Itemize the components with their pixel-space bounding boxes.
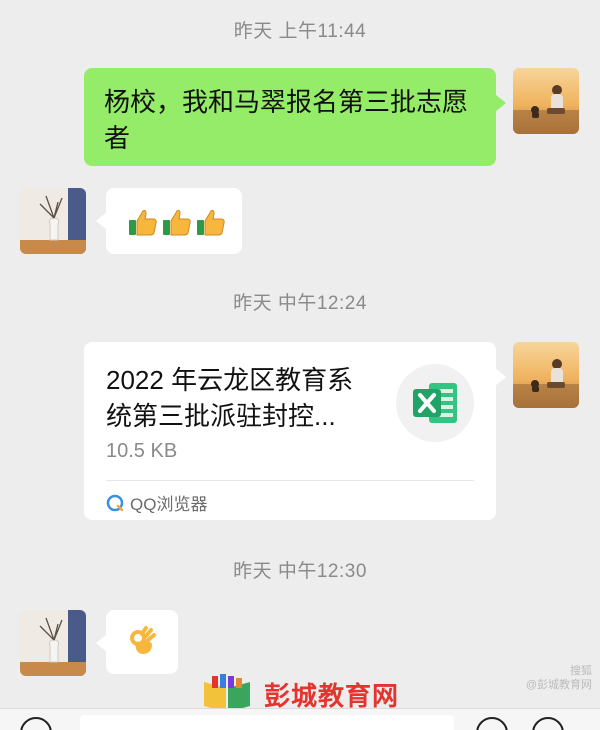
message-input[interactable] [80, 715, 454, 730]
file-message-bubble[interactable]: 2022 年云龙区教育系统第三批派驻封控... 10.5 KB QQ浏览器 [84, 342, 506, 520]
ok-hand-icon [130, 626, 156, 654]
file-source[interactable]: QQ浏览器 [106, 490, 207, 515]
file-title: 2022 年云龙区教育系统第三批派驻封控... [106, 365, 354, 431]
voice-toggle-button[interactable] [20, 717, 52, 730]
contact-avatar[interactable] [20, 188, 86, 254]
excel-file-icon [396, 364, 474, 442]
watermark-text: 彭城教育网 [264, 680, 400, 711]
message-bubble-self[interactable]: 杨校，我和马翠报名第三批志愿者 [84, 68, 506, 166]
message-text: 杨校，我和马翠报名第三批志愿者 [104, 87, 469, 153]
brand-badge: 搜狐 @彭城教育网 [525, 665, 592, 691]
emoji-button[interactable] [476, 717, 508, 730]
self-avatar-image [513, 342, 579, 408]
input-bar [0, 708, 600, 730]
qq-browser-icon [106, 494, 124, 511]
message-bubble-other[interactable] [96, 188, 242, 254]
file-size: 10.5 KB [106, 440, 178, 462]
timestamp: 昨天 中午12:24 [233, 293, 367, 314]
more-button[interactable] [532, 717, 564, 730]
self-avatar[interactable] [513, 68, 579, 134]
file-source-label: QQ浏览器 [130, 495, 208, 514]
thumbs-up-icon [129, 209, 157, 236]
thumbs-up-icon [163, 209, 191, 236]
self-avatar[interactable] [513, 342, 579, 408]
file-divider [106, 480, 474, 481]
emoji-row [128, 208, 226, 238]
thumbs-up-icon [197, 209, 225, 236]
timestamp: 昨天 中午12:30 [233, 561, 367, 582]
contact-avatar-image [20, 610, 86, 676]
timestamp: 昨天 上午11:44 [233, 21, 367, 42]
contact-avatar-image [20, 188, 86, 254]
self-avatar-image [513, 68, 579, 134]
message-bubble-other[interactable] [96, 610, 178, 674]
contact-avatar[interactable] [20, 610, 86, 676]
